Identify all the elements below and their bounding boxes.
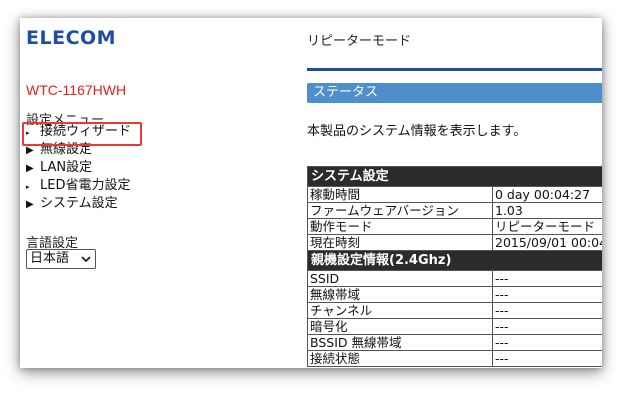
row-key: 現在時刻 [307, 234, 493, 251]
table-row: 暗号化 --- [307, 318, 602, 335]
menu-item-label: システム設定 [40, 196, 118, 211]
table-row: チャンネル --- [307, 302, 602, 319]
table-row: BSSID 無線帯域 --- [307, 334, 602, 351]
menu-item-lan-settings[interactable]: ▶ LAN設定 [26, 159, 131, 177]
row-value: --- [492, 350, 602, 367]
row-value: 2015/09/01 00:04 [492, 234, 602, 251]
row-value: リピーターモード [492, 218, 602, 235]
menu-item-label: LED省電力設定 [40, 178, 131, 193]
table-row: SSID --- [307, 270, 602, 287]
mode-title: リピーターモード [307, 34, 412, 49]
row-value: --- [492, 270, 602, 287]
row-key: 稼動時間 [307, 186, 493, 203]
arrow-right-icon: ▶ [26, 163, 34, 174]
table-row: 動作モード リピーターモード [307, 218, 602, 235]
row-key: ファームウェアバージョン [307, 202, 493, 219]
row-key: 無線帯域 [307, 286, 493, 303]
status-table: システム設定 稼動時間 0 day 00:04:27 ファームウェアバージョン … [307, 166, 602, 367]
row-value: --- [492, 302, 602, 319]
router-admin-window: ELECOM リピーターモード WTC-1167HWH 設定メニュー ▸ 接続ウィ… [20, 18, 602, 368]
status-heading: ステータス [307, 83, 602, 103]
chevron-down-icon [81, 250, 91, 274]
row-value: 1.03 [492, 202, 602, 219]
section-header-system: システム設定 [307, 166, 602, 187]
status-table-container: システム設定 稼動時間 0 day 00:04:27 ファームウェアバージョン … [307, 166, 602, 368]
row-key: 暗号化 [307, 318, 493, 335]
section-title: 親機設定情報(2.4Ghz) [307, 250, 602, 271]
row-value: --- [492, 286, 602, 303]
row-key: SSID [307, 270, 493, 287]
language-value: 日本語 [30, 251, 70, 266]
header-divider [307, 68, 602, 71]
language-select[interactable]: 日本語 [26, 249, 96, 269]
row-key: 接続状態 [307, 350, 493, 367]
arrow-right-icon: ▸ [26, 183, 30, 191]
row-value: --- [492, 318, 602, 335]
table-row: 稼動時間 0 day 00:04:27 [307, 186, 602, 203]
table-row: 無線帯域 --- [307, 286, 602, 303]
menu-item-label: LAN設定 [40, 160, 93, 175]
row-value: 0 day 00:04:27 [492, 186, 602, 203]
row-key: BSSID 無線帯域 [307, 334, 493, 351]
table-row: 現在時刻 2015/09/01 00:04 [307, 234, 602, 251]
highlight-box [22, 122, 142, 146]
table-row: ファームウェアバージョン 1.03 [307, 202, 602, 219]
row-key: チャンネル [307, 302, 493, 319]
section-title: システム設定 [307, 166, 602, 187]
section-header-parent-ap: 親機設定情報(2.4Ghz) [307, 250, 602, 271]
arrow-right-icon: ▶ [26, 199, 34, 210]
row-key: 動作モード [307, 218, 493, 235]
table-row: 接続状態 --- [307, 350, 602, 367]
model-name: WTC-1167HWH [26, 82, 127, 98]
menu-item-led-power-settings[interactable]: ▸ LED省電力設定 [26, 177, 131, 195]
menu-item-system-settings[interactable]: ▶ システム設定 [26, 195, 131, 213]
elecom-logo: ELECOM [26, 27, 117, 49]
status-description: 本製品のシステム情報を表示します。 [307, 124, 527, 139]
row-value: --- [492, 334, 602, 351]
